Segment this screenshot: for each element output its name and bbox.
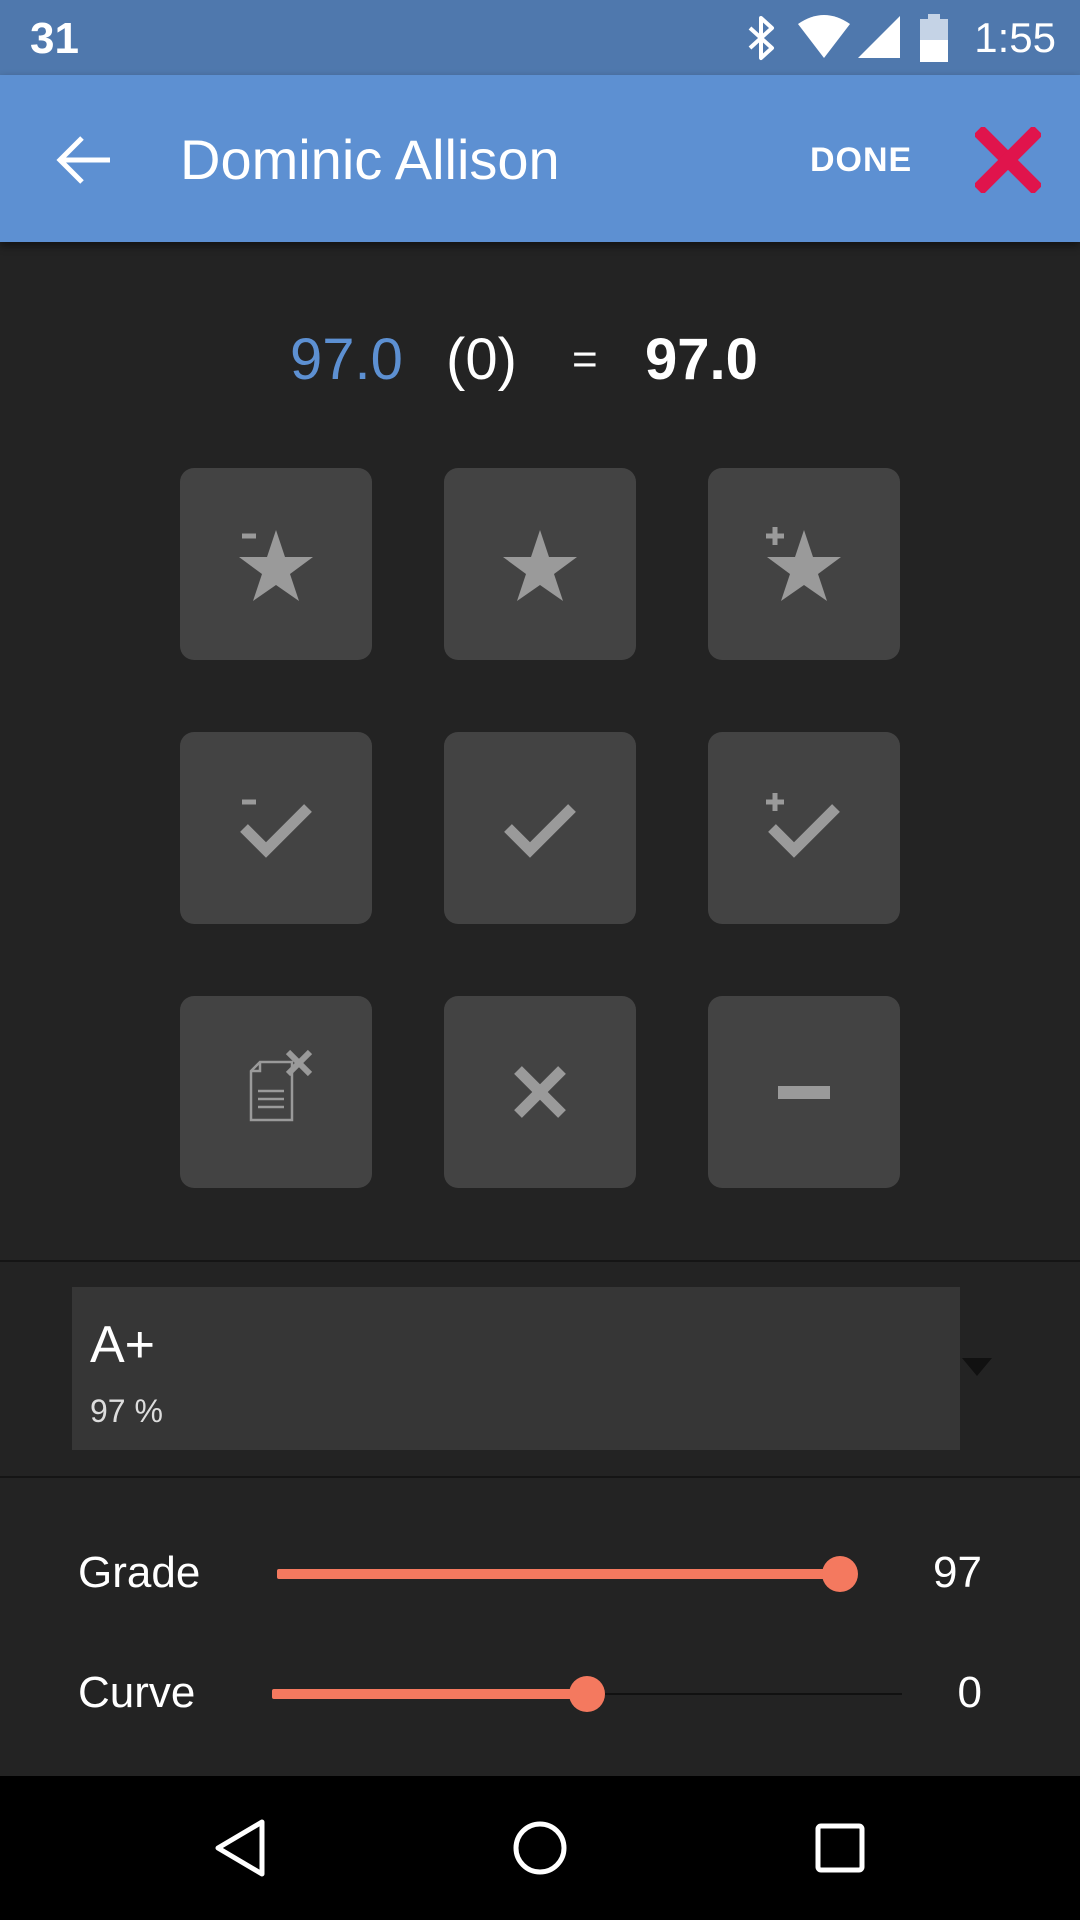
minus-icon (778, 1086, 830, 1099)
divider-bottom (0, 1476, 1080, 1478)
document-x-icon (249, 1049, 313, 1122)
back-triangle-icon[interactable] (204, 1812, 276, 1884)
curve-score: (0) (446, 327, 517, 392)
star-minus-button[interactable] (180, 468, 372, 660)
curve-slider-value: 0 (957, 1668, 982, 1717)
star-minus-icon (239, 530, 313, 601)
done-button[interactable]: DONE (810, 141, 912, 180)
equals-sign: = (572, 335, 598, 384)
missing-button[interactable] (708, 996, 900, 1188)
status-date: 31 (30, 14, 79, 63)
page-title: Dominic Allison (180, 128, 560, 191)
check-plus-button[interactable] (708, 732, 900, 924)
grade-slider-label: Grade (78, 1548, 201, 1597)
check-plus-icon (766, 793, 840, 858)
grade-select[interactable]: A+ 97 % (72, 1287, 960, 1450)
grade-slider-thumb[interactable] (821, 1556, 858, 1592)
excused-button[interactable] (180, 996, 372, 1188)
raw-score: 97.0 (290, 327, 403, 392)
status-bar: 31 1:55 (0, 0, 1080, 75)
score-summary: 97.0 (0) = 97.0 (0, 320, 1080, 400)
check-minus-button[interactable] (180, 732, 372, 924)
star-button[interactable] (444, 468, 636, 660)
signal-icon (858, 16, 900, 58)
grade-letter: A+ (90, 1316, 156, 1374)
curve-slider-fill (272, 1689, 587, 1699)
check-minus-icon (240, 799, 312, 858)
incorrect-button[interactable] (444, 996, 636, 1188)
star-icon (503, 530, 577, 601)
check-icon (504, 804, 576, 858)
curve-slider-thumb[interactable] (569, 1676, 605, 1712)
grade-percent: 97 % (90, 1393, 163, 1429)
chevron-down-icon[interactable] (962, 1358, 992, 1376)
curve-slider-label: Curve (78, 1668, 196, 1717)
app-bar: Dominic Allison DONE (0, 75, 1080, 242)
divider-top (0, 1260, 1080, 1262)
x-icon (514, 1066, 566, 1118)
home-circle-icon[interactable] (504, 1812, 576, 1884)
status-time: 1:55 (974, 14, 1056, 61)
wifi-icon (798, 15, 850, 58)
recents-square-icon[interactable] (804, 1812, 876, 1884)
star-plus-button[interactable] (708, 468, 900, 660)
check-button[interactable] (444, 732, 636, 924)
arrow-back-icon[interactable] (50, 125, 120, 195)
nav-bar (0, 1776, 1080, 1920)
grade-slider-value: 97 (933, 1548, 982, 1597)
total-score: 97.0 (645, 327, 758, 392)
battery-icon (920, 14, 948, 62)
close-icon[interactable] (975, 127, 1041, 193)
bluetooth-icon (748, 16, 774, 60)
star-plus-icon (766, 527, 841, 601)
grade-slider-fill (277, 1569, 840, 1579)
